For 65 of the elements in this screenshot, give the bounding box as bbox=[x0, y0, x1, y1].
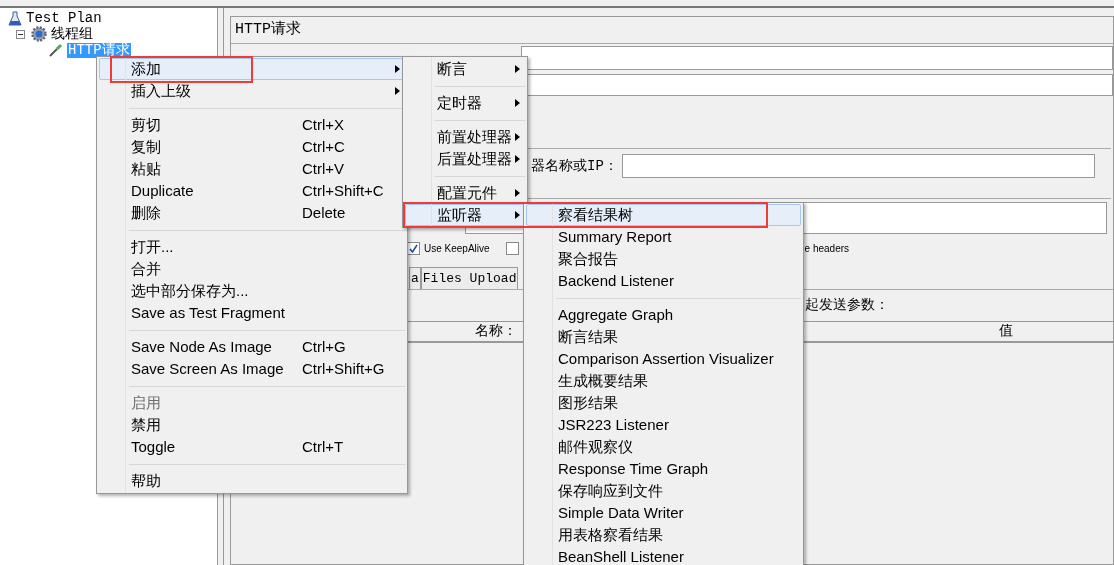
tab[interactable]: Files Upload bbox=[420, 267, 519, 289]
menu-item[interactable]: 剪切 Ctrl+X bbox=[99, 114, 405, 136]
server-label: 器名称或IP： bbox=[531, 156, 618, 176]
menu-item[interactable]: 添加 bbox=[99, 58, 405, 80]
menu-item[interactable]: 插入上级 bbox=[99, 80, 405, 102]
name-field[interactable] bbox=[521, 45, 1113, 70]
menu-item[interactable]: 生成概要结果 bbox=[526, 370, 801, 392]
menu-item[interactable]: 配置元件 bbox=[405, 182, 525, 204]
server-field[interactable] bbox=[621, 154, 1095, 178]
menu-item[interactable]: 监听器 bbox=[405, 204, 525, 226]
menu-item[interactable]: 断言结果 bbox=[526, 326, 801, 348]
menu-item[interactable]: Aggregate Graph bbox=[526, 304, 801, 326]
collapse-icon[interactable] bbox=[16, 29, 25, 39]
gear-icon bbox=[31, 26, 47, 42]
flask-icon bbox=[8, 10, 22, 26]
menu-item[interactable]: 邮件观察仪 bbox=[526, 436, 801, 458]
menu-item[interactable]: 保存响应到文件 bbox=[526, 480, 801, 502]
menu-item[interactable]: 察看结果树 bbox=[526, 204, 801, 226]
params-label: 起发送参数： bbox=[805, 296, 889, 315]
check-icon bbox=[409, 243, 418, 253]
menu-item[interactable]: 图形结果 bbox=[526, 392, 801, 414]
menu-item[interactable]: BeanShell Listener bbox=[526, 546, 801, 565]
menu-item[interactable]: Save Screen As Image Ctrl+Shift+G bbox=[99, 358, 405, 380]
submenu-arrow-icon bbox=[515, 133, 520, 141]
menu-item[interactable]: Response Time Graph bbox=[526, 458, 801, 480]
submenu-arrow-icon bbox=[395, 65, 400, 73]
menu-item[interactable]: JSR223 Listener bbox=[526, 414, 801, 436]
column-header: 值 bbox=[999, 322, 1013, 341]
menu-item[interactable]: 打开... bbox=[99, 236, 405, 258]
menu-item[interactable]: 删除 Delete bbox=[99, 202, 405, 224]
menu-item[interactable]: 禁用 bbox=[99, 414, 405, 436]
menu-item[interactable]: Duplicate Ctrl+Shift+C bbox=[99, 180, 405, 202]
menu-item[interactable]: 复制 Ctrl+C bbox=[99, 136, 405, 158]
menu-item[interactable]: 用表格察看结果 bbox=[526, 524, 801, 546]
menu-item[interactable]: 粘贴 Ctrl+V bbox=[99, 158, 405, 180]
menu-item[interactable]: Save Node As Image Ctrl+G bbox=[99, 336, 405, 358]
headers-label: e headers bbox=[804, 241, 850, 256]
menu-item[interactable]: Comparison Assertion Visualizer bbox=[526, 348, 801, 370]
menu-item[interactable]: 聚合报告 bbox=[526, 248, 801, 270]
menu-item[interactable]: 帮助 bbox=[99, 470, 405, 492]
pipette-icon bbox=[48, 42, 64, 58]
menu-item[interactable]: 选中部分保存为... bbox=[99, 280, 405, 302]
submenu-arrow-icon bbox=[515, 65, 520, 73]
submenu-arrow-icon bbox=[515, 211, 520, 219]
menu-item[interactable]: 断言 bbox=[405, 58, 525, 80]
tree-item[interactable]: Test Plan bbox=[25, 10, 103, 26]
submenu-arrow-icon bbox=[515, 99, 520, 107]
checkbox[interactable] bbox=[505, 241, 519, 255]
submenu-arrow-icon bbox=[515, 155, 520, 163]
menu-item[interactable]: 定时器 bbox=[405, 92, 525, 114]
submenu-arrow-icon bbox=[395, 87, 400, 95]
menu-item[interactable]: Backend Listener bbox=[526, 270, 801, 292]
column-header: 名称： bbox=[474, 322, 518, 341]
menu-item[interactable]: Simple Data Writer bbox=[526, 502, 801, 524]
submenu-arrow-icon bbox=[515, 189, 520, 197]
menu-item[interactable]: 后置处理器 bbox=[405, 148, 525, 170]
panel-title: HTTP请求 bbox=[235, 19, 301, 40]
tab[interactable]: a bbox=[409, 267, 421, 289]
menu-item[interactable]: Toggle Ctrl+T bbox=[99, 436, 405, 458]
menu-item[interactable]: Summary Report bbox=[526, 226, 801, 248]
keepalive-label: Use KeepAlive bbox=[424, 241, 490, 256]
menu-item[interactable]: 合并 bbox=[99, 258, 405, 280]
menu-item[interactable]: 前置处理器 bbox=[405, 126, 525, 148]
menu-item[interactable]: Save as Test Fragment bbox=[99, 302, 405, 324]
tree-item[interactable]: 线程组 bbox=[50, 26, 94, 42]
